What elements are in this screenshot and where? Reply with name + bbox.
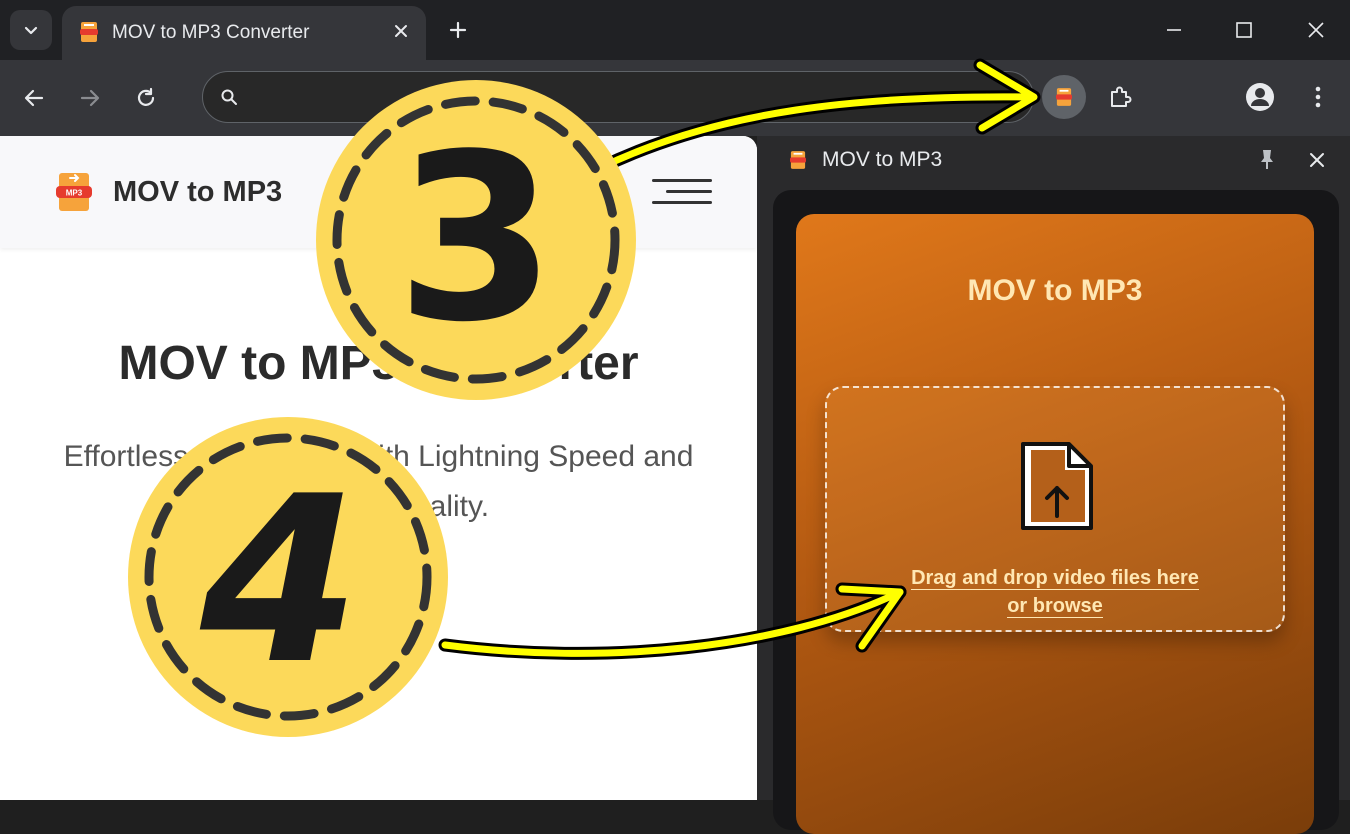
file-dropzone[interactable]: Drag and drop video files here or browse bbox=[825, 386, 1285, 632]
close-icon bbox=[395, 25, 407, 37]
pin-button[interactable] bbox=[1253, 144, 1281, 176]
menu-line bbox=[652, 201, 712, 204]
maximize-icon bbox=[1236, 22, 1252, 38]
address-bar[interactable] bbox=[202, 71, 1034, 123]
tab-close-button[interactable] bbox=[388, 18, 414, 44]
browse-link[interactable]: or browse bbox=[1007, 595, 1103, 618]
mp3-favicon-icon bbox=[80, 22, 98, 42]
dropzone-link[interactable]: Drag and drop video files here bbox=[911, 567, 1199, 590]
maximize-button[interactable] bbox=[1220, 8, 1268, 52]
extension-card: MOV to MP3 Drag and drop video files her… bbox=[796, 214, 1314, 834]
more-vertical-icon bbox=[1315, 86, 1321, 108]
minimize-icon bbox=[1167, 29, 1181, 31]
mp3-extension-icon bbox=[1056, 88, 1072, 106]
arrow-left-icon bbox=[24, 89, 44, 107]
puzzle-icon bbox=[1111, 86, 1132, 107]
hero-subtitle-line: Superior Quality. bbox=[267, 490, 490, 523]
extension-title: MOV to MP3 bbox=[967, 274, 1143, 307]
side-panel: MOV to MP3 MOV to MP3 Drag and drop vide… bbox=[757, 136, 1350, 834]
minimize-button[interactable] bbox=[1150, 8, 1198, 52]
file-upload-icon bbox=[1021, 442, 1093, 530]
back-button[interactable] bbox=[14, 78, 54, 118]
browser-tab[interactable]: MOV to MP3 Converter bbox=[62, 6, 426, 60]
avatar-icon bbox=[1246, 83, 1274, 111]
window-close-button[interactable] bbox=[1292, 8, 1340, 52]
tab-search-button[interactable] bbox=[10, 10, 52, 50]
pin-icon bbox=[1261, 150, 1273, 169]
tab-title: MOV to MP3 Converter bbox=[112, 22, 310, 43]
hero-title: MOV to MP3 Converter bbox=[118, 337, 639, 390]
mp3-logo-icon[interactable]: MP3 bbox=[56, 172, 92, 212]
browser-titlebar: MOV to MP3 Converter bbox=[0, 0, 1350, 60]
menu-toggle-button[interactable] bbox=[652, 176, 712, 208]
extensions-button[interactable] bbox=[1100, 77, 1140, 117]
profile-button[interactable] bbox=[1240, 77, 1280, 117]
close-icon bbox=[1308, 22, 1324, 38]
plus-icon bbox=[449, 21, 467, 39]
hero-subtitle-line: Effortless Conversion with Lightning Spe… bbox=[63, 440, 694, 473]
browser-toolbar bbox=[0, 60, 1350, 136]
search-icon bbox=[217, 85, 241, 109]
web-page: MP3 MOV to MP3 MOV to MP3 Converter Effo… bbox=[0, 136, 757, 800]
arrow-right-icon bbox=[80, 89, 100, 107]
forward-button[interactable] bbox=[70, 78, 110, 118]
extension-mov-to-mp3-button[interactable] bbox=[1042, 75, 1086, 119]
close-icon bbox=[1310, 153, 1324, 167]
dropzone-text: Drag and drop video files here or browse bbox=[827, 564, 1283, 620]
reload-icon bbox=[137, 87, 155, 106]
mp3-favicon-icon bbox=[790, 151, 806, 169]
menu-line bbox=[666, 190, 712, 193]
side-panel-title: MOV to MP3 bbox=[822, 148, 943, 171]
new-tab-button[interactable] bbox=[440, 12, 476, 48]
reload-button[interactable] bbox=[126, 78, 166, 118]
chevron-down-icon bbox=[24, 26, 38, 35]
extension-frame: MOV to MP3 Drag and drop video files her… bbox=[773, 190, 1339, 834]
hero-subtitle: Effortless Conversion with Lightning Spe… bbox=[40, 432, 717, 532]
site-brand[interactable]: MOV to MP3 bbox=[113, 176, 282, 209]
site-header: MP3 MOV to MP3 bbox=[0, 136, 757, 248]
svg-text:MP3: MP3 bbox=[66, 189, 83, 198]
menu-line bbox=[652, 179, 712, 182]
browser-menu-button[interactable] bbox=[1298, 77, 1338, 117]
side-panel-close-button[interactable] bbox=[1303, 144, 1331, 176]
